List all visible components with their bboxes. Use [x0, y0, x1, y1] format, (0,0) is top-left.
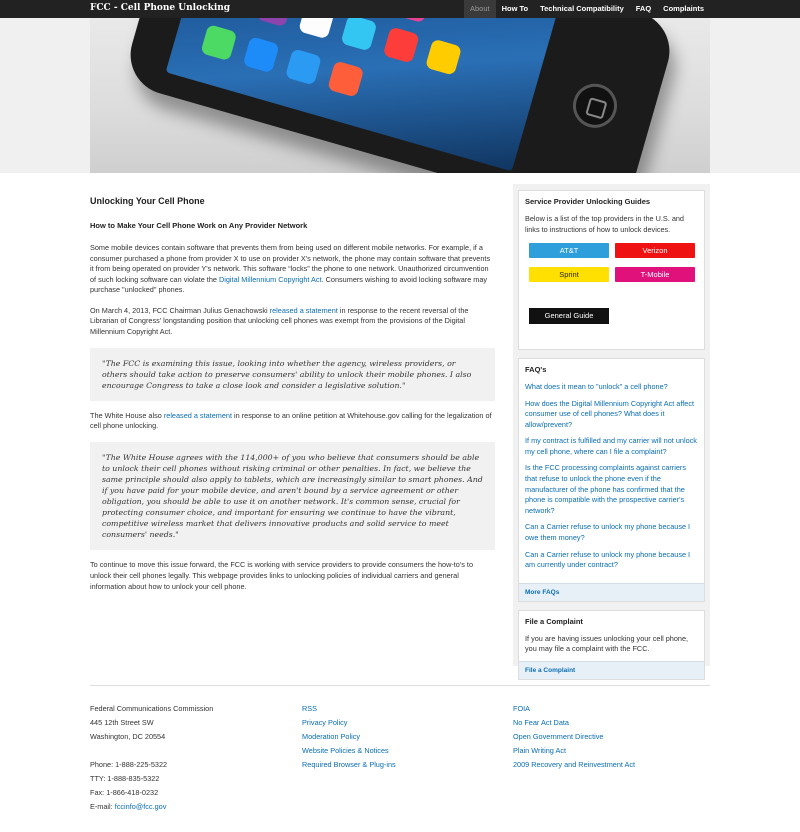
- closing-paragraph: To continue to move this issue forward, …: [90, 560, 474, 591]
- faq-link[interactable]: How does the Digital Millennium Copyrigh…: [525, 399, 698, 431]
- site-brand[interactable]: FCC - Cell Phone Unlocking: [90, 3, 230, 13]
- guides-text: Below is a list of the top providers in …: [525, 214, 684, 234]
- footer-link-privacy[interactable]: Privacy Policy: [302, 718, 347, 727]
- hero-image: [90, 18, 710, 173]
- nav-complaints[interactable]: Complaints: [657, 0, 710, 18]
- footer-link-foia[interactable]: FOIA: [513, 704, 530, 713]
- nav-faq[interactable]: FAQ: [630, 0, 657, 18]
- footer-address-line: Washington, DC 20554: [90, 732, 166, 741]
- att-button[interactable]: AT&T: [529, 243, 609, 259]
- footer-link-no-fear[interactable]: No Fear Act Data: [513, 718, 569, 727]
- footer-email-link[interactable]: fccinfo@fcc.gov: [115, 802, 167, 811]
- complaint-panel: File a Complaint If you are having issue…: [518, 609, 705, 680]
- faq-panel: FAQ's What does it mean to "unlock" a ce…: [518, 358, 705, 602]
- carrier-buttons: AT&T Verizon Sprint T-Mobile: [529, 243, 698, 283]
- footer-email: E-mail: fccinfo@fcc.gov: [90, 802, 167, 811]
- footer-link-recovery-act[interactable]: 2009 Recovery and Reinvestment Act: [513, 760, 635, 769]
- main-nav: About How To Technical Compatibility FAQ…: [463, 0, 710, 18]
- footer-link-moderation[interactable]: Moderation Policy: [302, 732, 360, 741]
- faq-link[interactable]: Is the FCC processing complaints against…: [525, 463, 698, 516]
- complaint-text: If you are having issues unlocking your …: [525, 633, 689, 654]
- footer-tty: TTY: 1-888-835-5322: [90, 774, 160, 783]
- footer-divider: [90, 685, 710, 686]
- guides-title: Service Provider Unlocking Guides: [525, 197, 651, 206]
- page-subtitle: How to Make Your Cell Phone Work on Any …: [90, 221, 308, 231]
- footer-address-line: Federal Communications Commission: [90, 704, 214, 713]
- footer-link-plain-writing[interactable]: Plain Writing Act: [513, 746, 566, 755]
- t-mobile-button[interactable]: T-Mobile: [615, 267, 695, 283]
- file-complaint-link[interactable]: File a Complaint: [519, 660, 704, 679]
- phone-illustration: [121, 18, 679, 173]
- footer-address-line: 445 12th Street SW: [90, 718, 154, 727]
- footer-phone: Phone: 1-888-225-5322: [90, 760, 168, 769]
- sidebar: Service Provider Unlocking Guides Below …: [513, 184, 710, 680]
- complaint-title: File a Complaint: [525, 616, 583, 626]
- footer-contact: Federal Communications Commission 445 12…: [90, 702, 213, 814]
- intro-paragraph: Some mobile devices contain software tha…: [90, 242, 491, 295]
- footer-fax: Fax: 1-866-418-0232: [90, 788, 159, 797]
- footer-link-browser-plugins[interactable]: Required Browser & Plug-ins: [302, 760, 396, 769]
- page-title: Unlocking Your Cell Phone: [90, 196, 205, 206]
- footer-links-col2: RSS Privacy Policy Moderation Policy Web…: [302, 702, 396, 772]
- top-navbar: FCC - Cell Phone Unlocking About How To …: [0, 0, 800, 18]
- fcc-quote: "The FCC is examining this issue, lookin…: [90, 347, 495, 401]
- faq-link[interactable]: Can a Carrier refuse to unlock my phone …: [525, 550, 698, 571]
- footer-link-website-policies[interactable]: Website Policies & Notices: [302, 746, 389, 755]
- faq-link[interactable]: What does it mean to "unlock" a cell pho…: [525, 382, 698, 393]
- more-faqs-link[interactable]: More FAQs: [519, 582, 704, 601]
- sprint-button[interactable]: Sprint: [529, 267, 609, 283]
- dmca-link[interactable]: Digital Millennium Copyright Act: [219, 275, 322, 284]
- home-button-illustration: [567, 78, 623, 134]
- fcc-statement-paragraph: On March 4, 2013, FCC Chairman Julius Ge…: [90, 305, 469, 336]
- phone-screen: [165, 18, 559, 172]
- verizon-button[interactable]: Verizon: [615, 243, 695, 259]
- nav-how-to[interactable]: How To: [496, 0, 535, 18]
- general-guide-button[interactable]: General Guide: [529, 308, 609, 325]
- unlocking-guides-panel: Service Provider Unlocking Guides Below …: [518, 190, 705, 350]
- fcc-statement-link[interactable]: released a statement: [270, 306, 338, 315]
- nav-technical-compatibility[interactable]: Technical Compatibility: [534, 0, 630, 18]
- hero-banner: [0, 18, 800, 173]
- footer-link-open-gov[interactable]: Open Government Directive: [513, 732, 603, 741]
- footer-links-col3: FOIA No Fear Act Data Open Government Di…: [513, 702, 635, 772]
- faq-link[interactable]: Can a Carrier refuse to unlock my phone …: [525, 522, 698, 543]
- white-house-statement-link[interactable]: released a statement: [164, 411, 232, 420]
- main-content: Unlocking Your Cell Phone How to Make Yo…: [90, 195, 495, 602]
- faq-title: FAQ's: [525, 365, 547, 374]
- white-house-paragraph: The White House also released a statemen…: [90, 410, 492, 431]
- nav-about[interactable]: About: [463, 0, 496, 18]
- faq-list: What does it mean to "unlock" a cell pho…: [525, 382, 698, 571]
- faq-link[interactable]: If my contract is fulfilled and my carri…: [525, 436, 698, 457]
- white-house-quote: "The White House agrees with the 114,000…: [90, 441, 495, 551]
- footer-link-rss[interactable]: RSS: [302, 704, 317, 713]
